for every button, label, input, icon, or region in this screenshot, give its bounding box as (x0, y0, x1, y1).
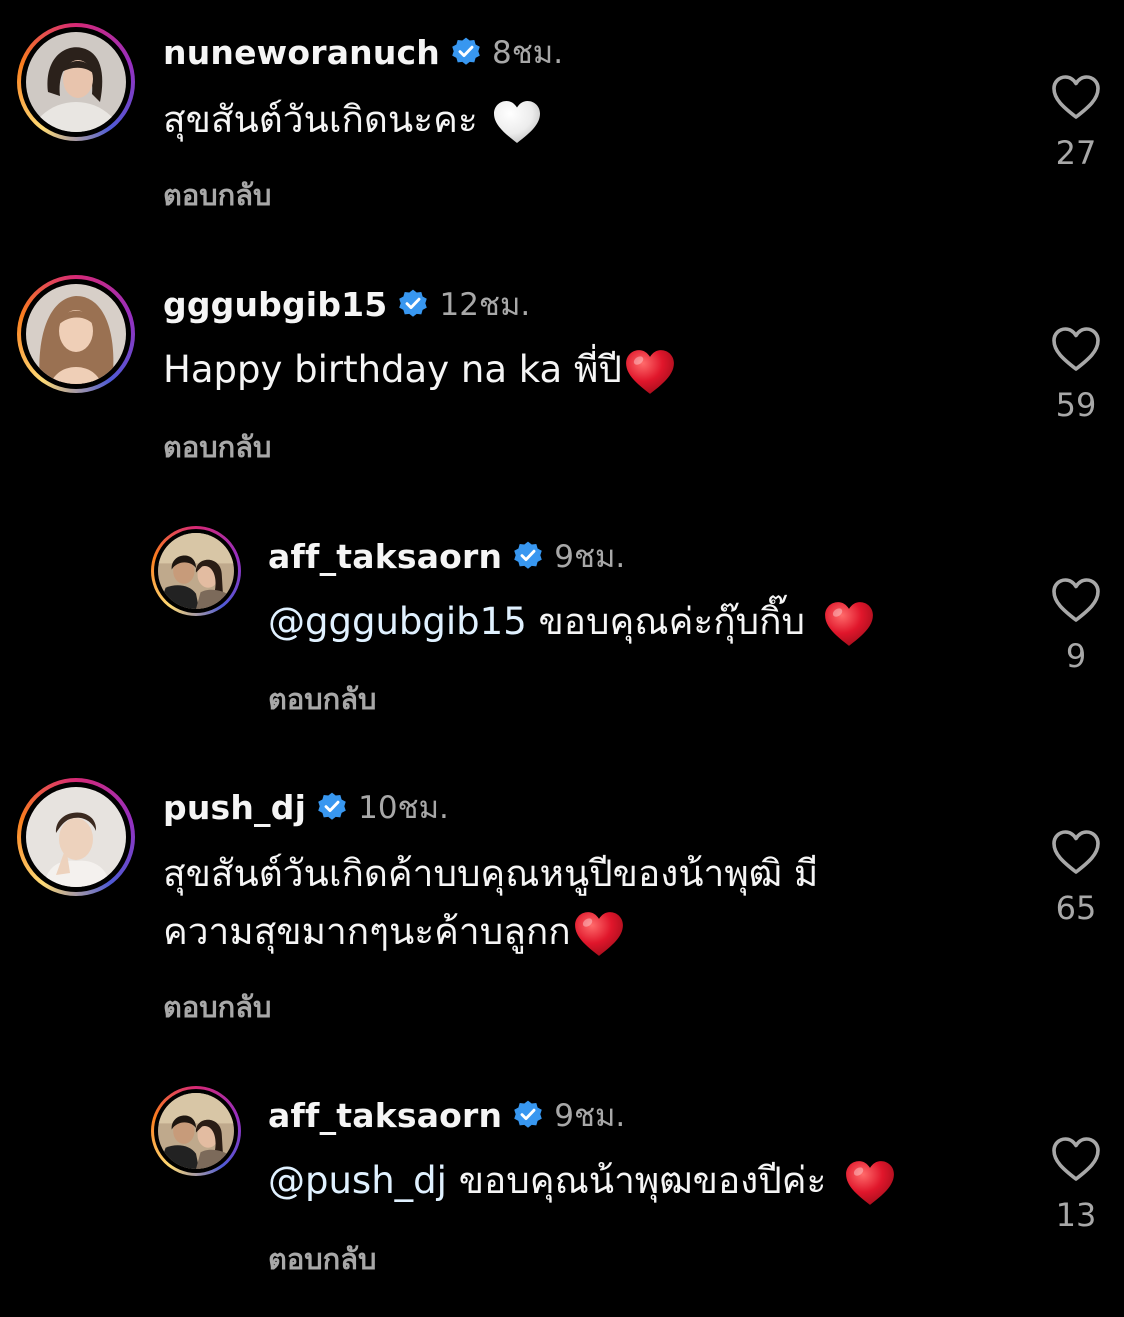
verified-badge-icon (450, 36, 482, 68)
like-button[interactable]: 27 (1040, 74, 1112, 172)
timestamp: 9ชม. (554, 539, 626, 575)
like-button[interactable]: 13 (1040, 1136, 1112, 1234)
heart-outline-icon (1051, 1136, 1101, 1182)
username[interactable]: aff_taksaorn (268, 537, 502, 576)
like-count: 13 (1055, 1196, 1097, 1234)
verified-badge-icon (512, 540, 544, 572)
like-button[interactable]: 65 (1040, 829, 1112, 927)
red-heart-emoji (844, 1159, 896, 1207)
mention-link[interactable]: @gggubgib15 (268, 600, 527, 643)
avatar[interactable] (151, 1086, 241, 1176)
heart-outline-icon (1051, 577, 1101, 623)
like-button[interactable]: 9 (1040, 577, 1112, 675)
username[interactable]: aff_taksaorn (268, 1096, 502, 1135)
timestamp: 10ชม. (358, 790, 449, 826)
comment-body-line: สุขสันต์วันเกิดค้าบบคุณหนูปีของน้าพุฒิ ม… (163, 852, 819, 895)
avatar[interactable] (151, 526, 241, 616)
timestamp: 8ชม. (492, 35, 564, 71)
comment-text: @gggubgib15 ขอบคุณค่ะกุ๊บกิ๊บ (268, 593, 875, 651)
comment-text: @push_dj ขอบคุณน้าพุฒของปีค่ะ (268, 1152, 896, 1210)
avatar-photo (26, 787, 126, 887)
reply-button[interactable]: ตอบกลับ (163, 984, 271, 1030)
reply-button[interactable]: ตอบกลับ (268, 676, 376, 722)
red-heart-emoji (624, 348, 676, 396)
verified-badge-icon (316, 791, 348, 823)
mention-link[interactable]: @push_dj (268, 1159, 447, 1202)
red-heart-emoji (823, 600, 875, 648)
like-count: 9 (1065, 637, 1087, 675)
comment-text: Happy birthday na ka พี่ปี (163, 341, 676, 399)
heart-outline-icon (1051, 829, 1101, 875)
comment-body: Happy birthday na ka พี่ปี (163, 348, 622, 391)
reply-button[interactable]: ตอบกลับ (163, 424, 271, 470)
verified-badge-icon (512, 1099, 544, 1131)
comment-text: สุขสันต์วันเกิดนะคะ (163, 91, 542, 149)
like-count: 65 (1055, 889, 1097, 927)
heart-outline-icon (1051, 326, 1101, 372)
avatar[interactable] (17, 23, 135, 141)
comment-body: ขอบคุณค่ะกุ๊บกิ๊บ (538, 600, 805, 643)
username[interactable]: nuneworanuch (163, 33, 440, 72)
avatar-photo (26, 32, 126, 132)
comment-text: สุขสันต์วันเกิดค้าบบคุณหนูปีของน้าพุฒิ ม… (163, 845, 818, 961)
reply-button[interactable]: ตอบกลับ (268, 1236, 376, 1282)
comment-body: ขอบคุณน้าพุฒของปีค่ะ (458, 1159, 827, 1202)
username[interactable]: gggubgib15 (163, 285, 387, 324)
avatar-photo (158, 533, 234, 609)
username[interactable]: push_dj (163, 788, 306, 827)
verified-badge-icon (397, 288, 429, 320)
reply-button[interactable]: ตอบกลับ (163, 172, 271, 218)
timestamp: 9ชม. (554, 1098, 626, 1134)
avatar-photo (26, 284, 126, 384)
comment-body: สุขสันต์วันเกิดนะคะ (163, 98, 478, 141)
heart-outline-icon (1051, 74, 1101, 120)
like-count: 27 (1055, 134, 1097, 172)
avatar-photo (158, 1093, 234, 1169)
avatar[interactable] (17, 778, 135, 896)
like-button[interactable]: 59 (1040, 326, 1112, 424)
like-count: 59 (1055, 386, 1097, 424)
red-heart-emoji (573, 910, 625, 958)
avatar[interactable] (17, 275, 135, 393)
comment-body-line: ความสุขมากๆนะค้าบลูกก (163, 910, 571, 953)
timestamp: 12ชม. (439, 287, 531, 323)
white-heart-emoji (492, 99, 542, 145)
